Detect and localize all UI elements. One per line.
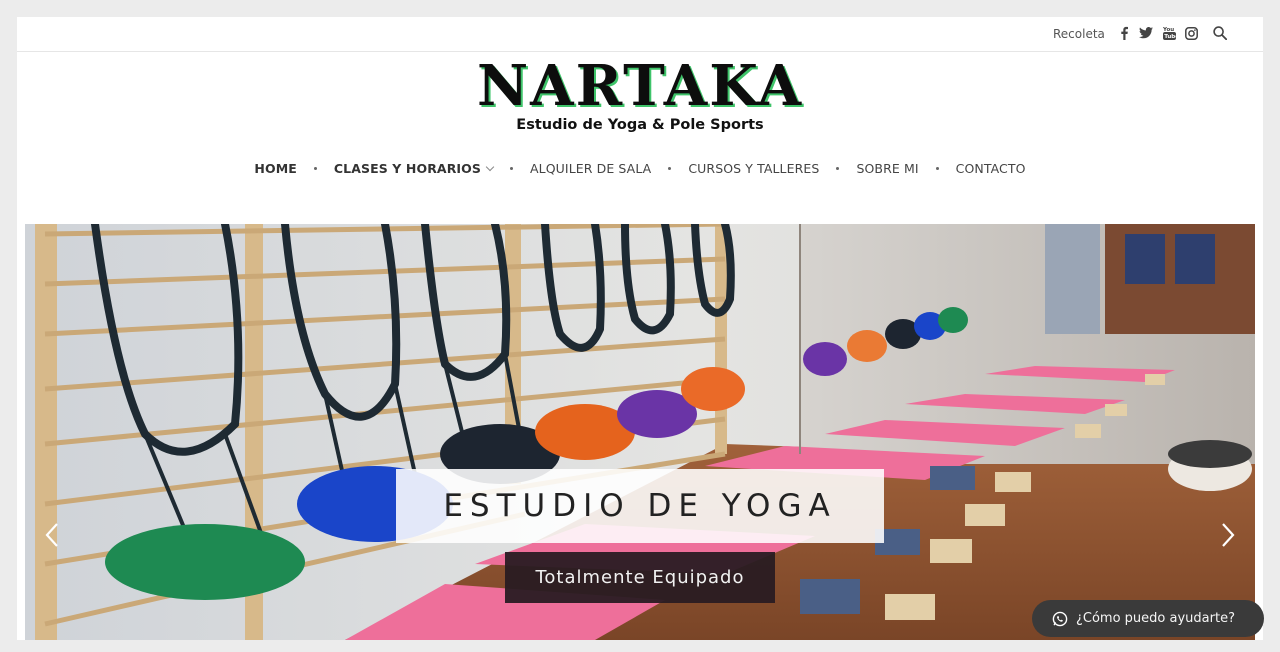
main-nav: HOME CLASES Y HORARIOS ALQUILER DE SALA …	[17, 161, 1263, 176]
hero-subtitle-box[interactable]: Totalmente Equipado	[505, 552, 775, 603]
hero-subtitle: Totalmente Equipado	[535, 567, 745, 588]
hero-title: ESTUDIO DE YOGA	[443, 488, 837, 524]
nav-item-contacto[interactable]: CONTACTO	[956, 161, 1026, 176]
nav-item-clases-y-horarios[interactable]: CLASES Y HORARIOS	[333, 161, 495, 176]
facebook-icon[interactable]	[1116, 25, 1132, 41]
chat-label: ¿Cómo puedo ayudarte?	[1076, 611, 1235, 626]
nav-item-label: SOBRE MI	[856, 161, 919, 176]
nav-separator	[668, 167, 672, 170]
brand-tagline: Estudio de Yoga & Pole Sports	[516, 117, 764, 133]
top-bar: Recoleta YouTube	[17, 17, 1263, 52]
instagram-icon[interactable]	[1183, 25, 1199, 41]
whatsapp-chat-button[interactable]: ¿Cómo puedo ayudarte?	[1032, 600, 1264, 637]
nav-item-sobre-mi[interactable]: SOBRE MI	[856, 161, 918, 176]
brand-name[interactable]: NARTAKA	[477, 55, 803, 117]
nav-item-label: HOME	[254, 161, 297, 176]
hero-title-box: ESTUDIO DE YOGA	[396, 469, 884, 543]
nav-separator	[313, 167, 317, 170]
slider-next-arrow[interactable]	[1217, 520, 1237, 550]
search-icon[interactable]	[1212, 25, 1228, 41]
nav-item-label: ALQUILER DE SALA	[530, 161, 652, 176]
nav-item-label: CLASES Y HORARIOS	[333, 161, 481, 176]
nav-item-cursos-y-talleres[interactable]: CURSOS Y TALLERES	[688, 161, 819, 176]
slider-prev-arrow[interactable]	[43, 520, 63, 550]
site-logo[interactable]: NARTAKA Estudio de Yoga & Pole Sports	[17, 55, 1263, 133]
page: Recoleta YouTube NARTAKA Estudio de Yoga…	[17, 17, 1263, 640]
twitter-icon[interactable]	[1138, 25, 1154, 41]
nav-separator	[510, 167, 513, 170]
nav-item-alquiler-de-sala[interactable]: ALQUILER DE SALA	[530, 161, 651, 176]
nav-item-home[interactable]: HOME	[254, 161, 296, 176]
nav-item-label: CONTACTO	[955, 161, 1026, 176]
nav-separator	[935, 167, 939, 170]
nav-item-label: CURSOS Y TALLERES	[688, 161, 820, 176]
svg-text:Tube: Tube	[1164, 34, 1176, 40]
youtube-icon[interactable]: YouTube	[1161, 25, 1177, 41]
hero-slider: ESTUDIO DE YOGA Totalmente Equipado	[25, 224, 1255, 640]
nav-separator	[836, 167, 840, 170]
chevron-down-icon	[485, 162, 495, 171]
whatsapp-icon	[1052, 611, 1068, 626]
location-label[interactable]: Recoleta	[1053, 27, 1105, 41]
